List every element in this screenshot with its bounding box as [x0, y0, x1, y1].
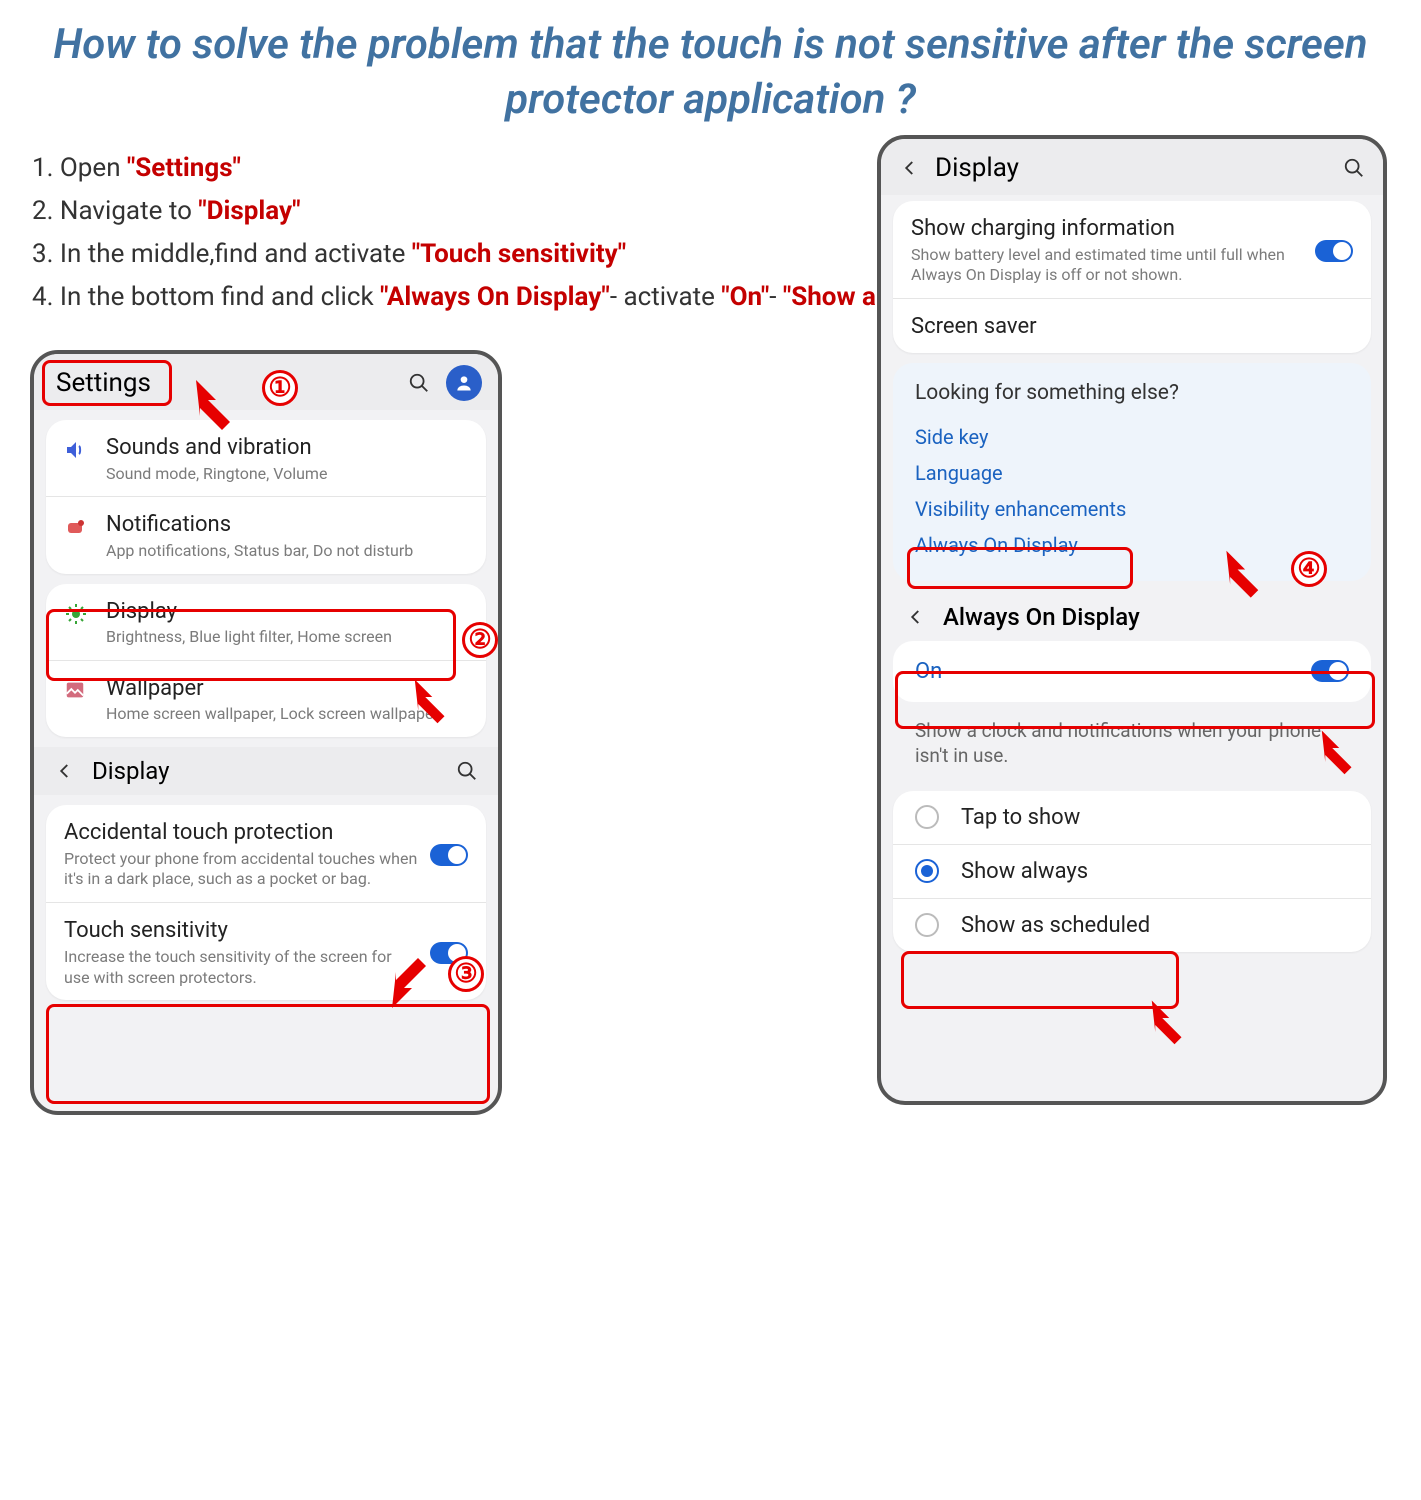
row-notifications[interactable]: NotificationsApp notifications, Status b… — [46, 496, 486, 573]
radio-icon — [915, 859, 939, 883]
option-show-scheduled[interactable]: Show as scheduled — [893, 898, 1371, 952]
brightness-icon — [64, 598, 106, 626]
row-screen-saver[interactable]: Screen saver — [893, 298, 1371, 353]
accidental-touch-toggle[interactable] — [430, 844, 468, 866]
display-header: Display — [34, 747, 498, 795]
settings-card-1: Sounds and vibrationSound mode, Ringtone… — [46, 420, 486, 574]
settings-title: Settings — [50, 368, 406, 398]
radio-icon — [915, 805, 939, 829]
option-tap-to-show[interactable]: Tap to show — [893, 791, 1371, 844]
display-header: Display — [881, 139, 1383, 195]
radio-icon — [915, 913, 939, 937]
aod-on-row[interactable]: On — [893, 641, 1371, 702]
link-language[interactable]: Language — [915, 455, 1349, 491]
row-touch-sensitivity[interactable]: Touch sensitivityIncrease the touch sens… — [46, 902, 486, 1000]
row-accidental-touch[interactable]: Accidental touch protectionProtect your … — [46, 805, 486, 902]
search-icon[interactable] — [454, 758, 480, 784]
row-display[interactable]: DisplayBrightness, Blue light filter, Ho… — [46, 584, 486, 660]
wallpaper-icon — [64, 675, 106, 701]
avatar[interactable] — [446, 365, 482, 401]
aod-description: Show a clock and notifications when your… — [881, 710, 1383, 781]
back-icon[interactable] — [903, 604, 929, 630]
aod-header: Always On Display — [881, 591, 1383, 641]
search-icon[interactable] — [1341, 155, 1367, 181]
back-icon[interactable] — [897, 155, 923, 181]
settings-header: Settings — [34, 354, 498, 410]
touch-sensitivity-toggle[interactable] — [430, 942, 468, 964]
aod-toggle[interactable] — [1311, 660, 1349, 682]
link-visibility[interactable]: Visibility enhancements — [915, 491, 1349, 527]
link-always-on-display[interactable]: Always On Display — [915, 527, 1349, 563]
phone-right: Display Show charging informationShow ba… — [877, 135, 1387, 1105]
speaker-icon — [64, 434, 106, 462]
row-sounds[interactable]: Sounds and vibrationSound mode, Ringtone… — [46, 420, 486, 496]
page-title: How to solve the problem that the touch … — [0, 0, 1421, 137]
looking-for-card: Looking for something else? Side key Lan… — [893, 363, 1371, 581]
search-icon[interactable] — [406, 370, 432, 396]
phone-left: Settings Sounds and vibrationSound mode,… — [30, 350, 502, 1115]
settings-card-2: DisplayBrightness, Blue light filter, Ho… — [46, 584, 486, 738]
link-side-key[interactable]: Side key — [915, 419, 1349, 455]
charging-info-toggle[interactable] — [1315, 240, 1353, 262]
aod-options-card: Tap to show Show always Show as schedule… — [893, 791, 1371, 952]
back-icon[interactable] — [52, 758, 78, 784]
row-wallpaper[interactable]: WallpaperHome screen wallpaper, Lock scr… — [46, 660, 486, 737]
charging-card: Show charging informationShow battery le… — [893, 201, 1371, 353]
display-card: Accidental touch protectionProtect your … — [46, 805, 486, 1000]
notification-icon — [64, 511, 106, 539]
option-show-always[interactable]: Show always — [893, 844, 1371, 898]
row-charging-info[interactable]: Show charging informationShow battery le… — [893, 201, 1371, 298]
